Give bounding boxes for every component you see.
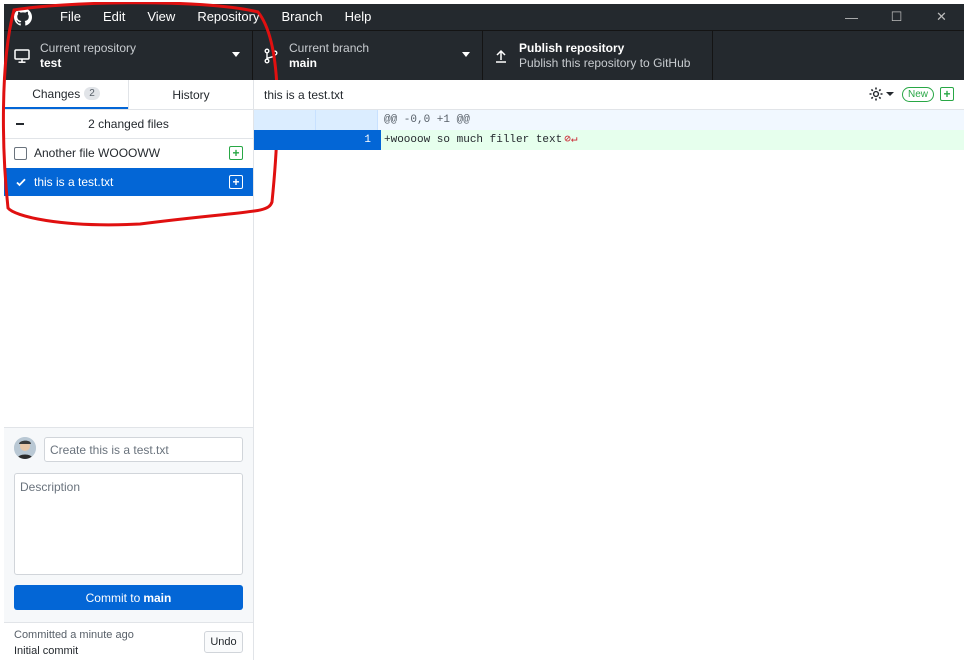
tab-history[interactable]: History <box>128 80 253 109</box>
publish-repository-button[interactable]: Publish repository Publish this reposito… <box>483 31 713 80</box>
title-bar: File Edit View Repository Branch Help — … <box>4 4 964 30</box>
upload-icon <box>492 47 510 65</box>
diff-file-path: this is a test.txt <box>264 87 344 102</box>
chevron-down-icon[interactable] <box>885 92 894 96</box>
no-newline-icon: ⊘↵ <box>564 134 578 146</box>
diff-tools: New + <box>868 86 954 102</box>
commit-summary-input[interactable] <box>44 437 243 462</box>
checkmark-icon <box>15 178 26 187</box>
file-name: this is a test.txt <box>34 175 114 189</box>
last-commit-time: Committed a minute ago <box>14 629 134 641</box>
changes-count-badge: 2 <box>84 87 100 100</box>
undo-button[interactable]: Undo <box>204 631 243 653</box>
toolbar: Current repository test Current branch m… <box>4 30 964 80</box>
old-line-number[interactable] <box>254 130 316 150</box>
file-list-item[interactable]: Another file WOOOWW + <box>4 139 253 168</box>
file-added-icon: + <box>229 146 243 160</box>
github-logo-icon <box>13 7 33 27</box>
diff-hunk-header: @@ -0,0 +1 @@ <box>254 110 964 130</box>
window-controls: — ☐ ✕ <box>829 4 964 30</box>
current-repository-name: test <box>40 55 62 70</box>
menu-edit[interactable]: Edit <box>92 4 136 30</box>
sidebar: Changes 2 History 2 changed files Anothe… <box>1 2 279 660</box>
new-line-number[interactable]: 1 <box>316 130 378 150</box>
menu-help[interactable]: Help <box>334 4 383 30</box>
file-include-checkbox[interactable] <box>14 146 27 160</box>
tab-history-label: History <box>172 87 210 102</box>
commit-description-input[interactable] <box>14 473 243 575</box>
chevron-down-icon <box>462 52 470 57</box>
commit-form: Commit to main <box>4 427 253 622</box>
menu-branch[interactable]: Branch <box>270 4 333 30</box>
changed-files-header: 2 changed files <box>4 110 253 139</box>
file-added-icon: + <box>940 87 954 101</box>
current-repository-button[interactable]: Current repository test <box>4 31 253 80</box>
file-added-icon: + <box>229 175 243 189</box>
hunk-header-text: @@ -0,0 +1 @@ <box>378 110 964 130</box>
changed-files-count: 2 changed files <box>88 117 169 131</box>
current-repository-label: Current repository <box>40 40 137 55</box>
desktop-icon <box>13 47 31 65</box>
diff-line-text: +woooow so much filler text <box>384 134 563 146</box>
file-include-checkbox[interactable] <box>14 176 27 189</box>
file-list-item[interactable]: this is a test.txt + <box>4 168 253 197</box>
tab-changes-label: Changes <box>32 86 81 101</box>
current-branch-button[interactable]: Current branch main <box>253 31 483 80</box>
diff-header: this is a test.txt New + <box>254 80 964 110</box>
maximize-button[interactable]: ☐ <box>874 4 919 30</box>
old-line-number <box>254 110 316 130</box>
current-branch-name: main <box>289 55 318 70</box>
menu-repository[interactable]: Repository <box>186 4 270 30</box>
last-commit-message: Initial commit <box>14 645 79 657</box>
new-file-badge: New <box>901 86 934 102</box>
menu-view[interactable]: View <box>136 4 186 30</box>
chevron-down-icon <box>232 52 240 57</box>
new-line-number <box>316 110 378 130</box>
commit-button-branch: main <box>143 590 172 605</box>
publish-repository-label: Publish repository <box>519 40 625 55</box>
commit-button[interactable]: Commit to main <box>14 585 243 610</box>
current-branch-label: Current branch <box>289 40 370 55</box>
close-button[interactable]: ✕ <box>919 4 964 30</box>
menu-file[interactable]: File <box>49 4 92 30</box>
branch-icon <box>262 47 280 65</box>
minimize-button[interactable]: — <box>829 4 874 30</box>
avatar <box>14 437 36 459</box>
diff-view: @@ -0,0 +1 @@ 1 +woooow so much filler t… <box>254 110 964 150</box>
tab-changes[interactable]: Changes 2 <box>4 80 128 109</box>
publish-repository-description: Publish this repository to GitHub <box>519 55 691 70</box>
sidebar-tabs: Changes 2 History <box>4 80 253 110</box>
gear-icon[interactable] <box>868 86 884 102</box>
commit-button-label: Commit to <box>85 590 141 605</box>
last-commit-panel: Committed a minute ago Initial commit Un… <box>4 622 253 660</box>
diff-line-added[interactable]: 1 +woooow so much filler text ⊘↵ <box>254 130 964 150</box>
file-name: Another file WOOOWW <box>34 146 161 160</box>
